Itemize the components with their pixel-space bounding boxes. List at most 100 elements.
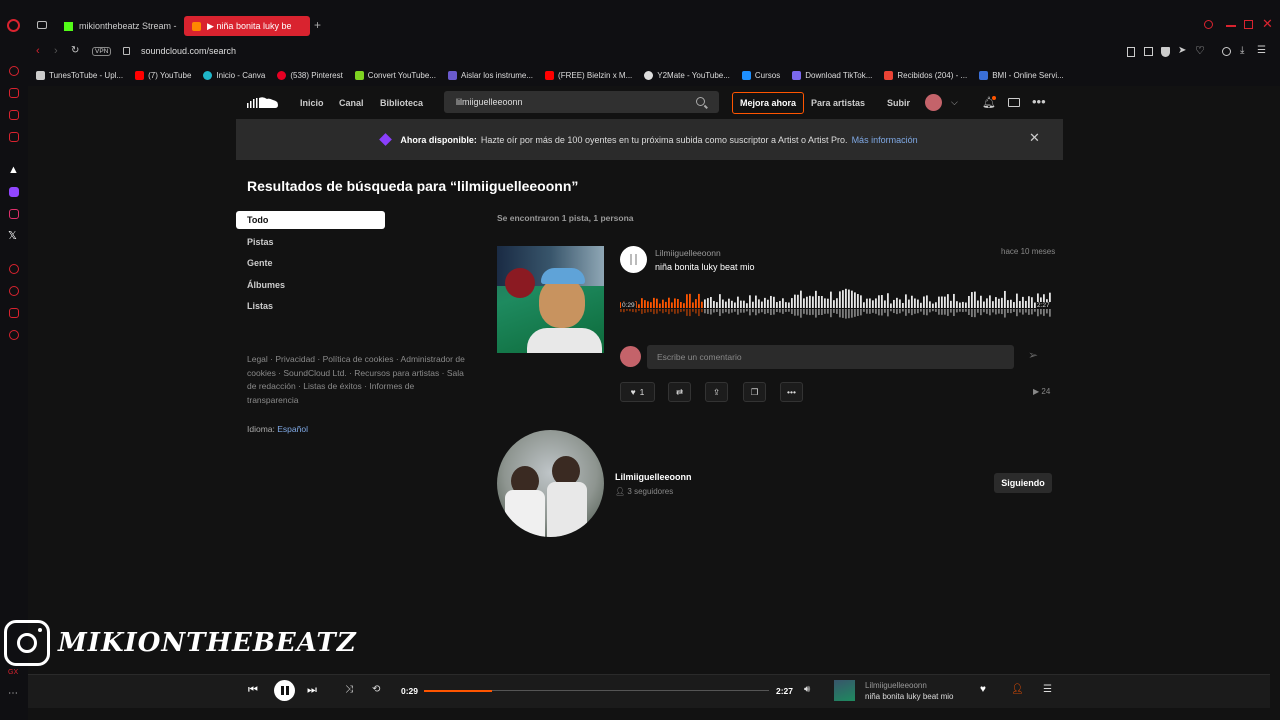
nav-home[interactable]: Inicio	[300, 98, 324, 108]
waveform-bar	[809, 295, 811, 308]
close-window-button[interactable]: ✕	[1262, 16, 1273, 32]
track-title[interactable]: niña bonita luky beat mio	[655, 262, 755, 272]
bookmark-item[interactable]: (FREE) Bielzin x M...	[545, 70, 632, 80]
share-button[interactable]: ⇪	[705, 382, 728, 402]
avatar[interactable]	[925, 94, 942, 111]
waveform[interactable]	[620, 283, 1052, 325]
bookmark-item[interactable]: BMI - Online Servi...	[979, 70, 1064, 80]
tab-nina-bonita[interactable]: ▶ niña bonita luky be	[184, 16, 310, 36]
forward-icon[interactable]: ›	[54, 45, 58, 57]
bookmark-item[interactable]: Download TikTok...	[792, 70, 872, 80]
nav-feed[interactable]: Canal	[339, 98, 364, 108]
play-button[interactable]	[620, 246, 647, 273]
user-avatar[interactable]	[497, 430, 604, 537]
queue-icon[interactable]: ☰	[1043, 684, 1052, 695]
gx-icon[interactable]: GX	[8, 669, 18, 676]
reload-icon[interactable]: ↻	[71, 45, 79, 56]
address-input[interactable]: soundcloud.com/search	[141, 46, 236, 56]
heart-icon[interactable]: ♡	[1195, 44, 1205, 57]
bookmark-item[interactable]: (7) YouTube	[135, 70, 191, 80]
waveform-bar	[812, 296, 814, 308]
now-playing-user[interactable]: Lilmiiguelleeoonn	[865, 681, 927, 690]
soundcloud-logo-icon[interactable]	[247, 96, 279, 109]
banner-more-info-link[interactable]: Más información	[852, 135, 918, 145]
track-uploader[interactable]: Lilmiiguelleeoonn	[655, 248, 721, 258]
bookmark-item[interactable]: Aislar los instrume...	[448, 70, 533, 80]
bookmark-item[interactable]: (538) Pinterest	[277, 70, 343, 80]
tab-overview-icon[interactable]	[37, 21, 47, 29]
upgrade-button[interactable]: Mejora ahora	[732, 92, 804, 114]
history-icon[interactable]	[9, 264, 19, 274]
vpn-badge[interactable]: VPN	[92, 47, 112, 56]
back-icon[interactable]: ‹	[36, 45, 40, 57]
send-icon[interactable]: ➤	[1178, 45, 1186, 56]
chevron-down-icon[interactable]: ⌵	[951, 97, 958, 108]
bookmark-item[interactable]: TunesToTube - Upl...	[36, 70, 123, 80]
volume-icon[interactable]: 🔊︎	[804, 684, 810, 695]
filter-playlists[interactable]: Listas	[247, 301, 273, 311]
pinboard-icon[interactable]: ▲	[8, 164, 19, 176]
download-icon[interactable]: ⤓	[1240, 45, 1244, 56]
instagram-icon[interactable]	[9, 209, 19, 219]
bookmark-item[interactable]: Y2Mate - YouTube...	[644, 70, 730, 80]
bookmark-item[interactable]: Inicio - Canva	[203, 70, 265, 80]
player-progress-bar[interactable]	[424, 689, 769, 692]
tab-mikionthebeatz[interactable]: mikionthebeatz Stream -	[56, 16, 185, 36]
language-selector[interactable]: Idioma: Español	[247, 424, 308, 434]
following-user-icon[interactable]: 👤︎	[1011, 684, 1024, 695]
close-icon[interactable]: ✕	[1029, 130, 1040, 146]
following-button[interactable]: Siguiendo	[994, 473, 1052, 493]
maximize-button[interactable]	[1244, 20, 1253, 29]
bookmark-item[interactable]: Convert YouTube...	[354, 70, 436, 80]
messenger-icon[interactable]	[9, 110, 19, 120]
track-artwork[interactable]	[497, 246, 604, 353]
bookmark-item[interactable]: Recibidos (204) - ...	[884, 70, 967, 80]
send-comment-icon[interactable]: ➢	[1028, 348, 1038, 362]
snapshot-icon[interactable]	[1144, 47, 1153, 56]
filter-tracks[interactable]: Pistas	[247, 237, 274, 247]
search-input[interactable]: lilmiiguelleeoonn	[444, 91, 719, 113]
repeat-icon[interactable]: ⟲	[372, 684, 380, 695]
upload-link[interactable]: Subir	[887, 98, 910, 108]
like-button[interactable]: ♥ 1	[620, 382, 655, 402]
filter-albums[interactable]: Álbumes	[247, 280, 285, 290]
menu-icon[interactable]: ☰	[1257, 45, 1266, 56]
copy-link-button[interactable]: ❐	[743, 382, 766, 402]
nav-library[interactable]: Biblioteca	[380, 98, 423, 108]
bookmark-icon[interactable]	[1127, 47, 1135, 57]
minimize-button[interactable]	[1226, 25, 1236, 27]
filter-all[interactable]: Todo	[236, 211, 385, 229]
user-name[interactable]: Lilmiiguelleeoonn	[615, 472, 692, 482]
more-button[interactable]: •••	[780, 382, 803, 402]
adblock-icon[interactable]	[1161, 47, 1170, 57]
now-playing-title[interactable]: niña bonita luky beat mio	[865, 692, 954, 701]
twitch-icon[interactable]	[9, 187, 19, 197]
next-track-icon[interactable]: ⏭	[307, 684, 317, 697]
for-artists-link[interactable]: Para artistas	[811, 98, 865, 108]
play-pause-button[interactable]	[274, 680, 295, 701]
new-tab-button[interactable]: +	[314, 18, 321, 32]
shuffle-icon[interactable]: ⤨	[345, 684, 353, 695]
extensions-icon[interactable]	[9, 308, 19, 318]
profile-icon[interactable]	[1222, 47, 1231, 56]
filter-people[interactable]: Gente	[247, 258, 273, 268]
now-playing-artwork[interactable]	[834, 680, 855, 701]
like-heart-icon[interactable]: ♥	[980, 684, 986, 695]
repost-button[interactable]: ⇄	[668, 382, 691, 402]
footer-links[interactable]: Legal · Privacidad · Política de cookies…	[247, 353, 467, 407]
workspace-icon[interactable]	[9, 88, 19, 98]
bookmark-item[interactable]: Cursos	[741, 70, 780, 80]
settings-icon[interactable]	[9, 330, 19, 340]
search-tabs-icon[interactable]	[1204, 20, 1213, 29]
x-icon[interactable]: 𝕏	[8, 229, 17, 242]
more-options-icon[interactable]: •••	[1032, 94, 1046, 109]
more-sidebar-icon[interactable]: ⋯	[8, 688, 18, 699]
aria-icon[interactable]	[9, 66, 19, 76]
clock-icon[interactable]	[9, 286, 19, 296]
previous-track-icon[interactable]: ⏮	[248, 684, 258, 697]
messages-icon[interactable]	[1008, 98, 1020, 107]
opera-logo-icon[interactable]	[7, 19, 20, 32]
player-icon[interactable]	[9, 132, 19, 142]
comment-input[interactable]: Escribe un comentario	[647, 345, 1014, 369]
waveform-bar	[1019, 301, 1021, 308]
